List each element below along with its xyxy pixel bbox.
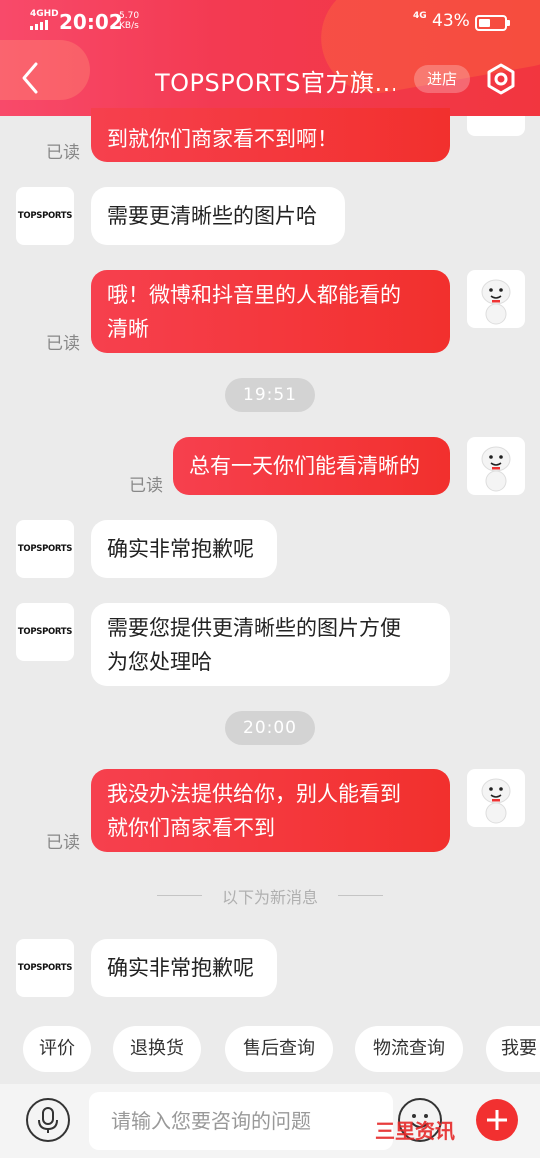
- shop-logo: TOPSPORTS: [17, 963, 73, 973]
- message-text-line: 哦！微博和抖音里的人都能看的: [107, 283, 401, 307]
- user-avatar[interactable]: [467, 437, 525, 495]
- quick-action-more[interactable]: 我要: [486, 1026, 540, 1072]
- message-bubble-shop[interactable]: 需要您提供更清晰些的图片方便 为您处理哈: [91, 603, 450, 686]
- microphone-icon: [38, 1107, 58, 1133]
- shop-logo: TOPSPORTS: [17, 627, 73, 637]
- mascot-avatar-icon: [481, 279, 511, 325]
- user-avatar[interactable]: [467, 270, 525, 328]
- message-bubble-mine[interactable]: 总有一天你们能看清晰的: [173, 437, 450, 495]
- shop-avatar[interactable]: TOPSPORTS: [16, 520, 74, 578]
- net-type: 4G: [413, 11, 427, 21]
- battery-percent: 43%: [432, 11, 470, 31]
- read-receipt: 已读: [46, 334, 80, 354]
- quick-action-review[interactable]: 评价: [23, 1026, 91, 1072]
- battery-icon: [475, 15, 510, 31]
- message-text: 需要更清晰些的图片哈: [107, 204, 317, 228]
- shop-avatar[interactable]: TOPSPORTS: [16, 187, 74, 245]
- message-text: 到就你们商家看不到啊！: [107, 127, 338, 151]
- status-bar: 4GHD 20:02 5.70 KB/s 4G 43%: [0, 8, 540, 36]
- chevron-left-icon: [22, 62, 38, 94]
- speed-unit: KB/s: [119, 21, 139, 31]
- quick-action-logistics-query[interactable]: 物流查询: [355, 1026, 463, 1072]
- hexagon-settings-icon: [487, 63, 515, 95]
- message-text-line: 需要您提供更清晰些的图片方便: [107, 616, 401, 640]
- back-button[interactable]: [16, 60, 48, 96]
- mascot-avatar-icon: [481, 446, 511, 492]
- shop-avatar[interactable]: TOPSPORTS: [16, 939, 74, 997]
- message-input[interactable]: 请输入您要咨询的问题: [89, 1092, 393, 1150]
- message-text: 确实非常抱歉呢: [107, 956, 254, 980]
- watermark: 三里资讯: [375, 1119, 455, 1143]
- shop-logo: TOPSPORTS: [17, 544, 73, 554]
- message-bubble-mine[interactable]: 我没办法提供给你，别人能看到 就你们商家看不到: [91, 769, 450, 852]
- timestamp: 20:00: [225, 711, 315, 745]
- message-bubble-mine[interactable]: 到就你们商家看不到啊！: [91, 108, 450, 162]
- message-text-line: 我没办法提供给你，别人能看到: [107, 782, 401, 806]
- quick-action-aftersale-query[interactable]: 售后查询: [225, 1026, 333, 1072]
- voice-button[interactable]: [26, 1098, 70, 1142]
- settings-button[interactable]: [484, 62, 518, 96]
- user-avatar[interactable]: [467, 116, 525, 136]
- message-text: 总有一天你们能看清晰的: [189, 454, 420, 478]
- signal-icon: [30, 20, 48, 30]
- new-messages-divider: 以下为新消息: [155, 884, 385, 907]
- network-label: 4GHD: [30, 9, 59, 19]
- message-text-line: 清晰: [107, 317, 149, 341]
- read-receipt: 已读: [46, 833, 80, 853]
- message-text: 确实非常抱歉呢: [107, 537, 254, 561]
- enter-shop-button[interactable]: 进店: [414, 65, 470, 93]
- network-speed: 5.70 KB/s: [119, 11, 139, 31]
- message-bubble-shop[interactable]: 确实非常抱歉呢: [91, 520, 277, 578]
- chat-header: 4GHD 20:02 5.70 KB/s 4G 43% TOPSPORTS官方旗…: [0, 0, 540, 116]
- message-bubble-shop[interactable]: 需要更清晰些的图片哈: [91, 187, 345, 245]
- speed-value: 5.70: [119, 11, 140, 21]
- shop-logo: TOPSPORTS: [17, 211, 73, 221]
- quick-action-return-exchange[interactable]: 退换货: [113, 1026, 201, 1072]
- read-receipt: 已读: [129, 476, 163, 496]
- mascot-avatar-icon: [481, 778, 511, 824]
- timestamp: 19:51: [225, 378, 315, 412]
- message-text-line: 为您处理哈: [107, 650, 212, 674]
- page-title: TOPSPORTS官方旗...: [155, 69, 395, 97]
- user-avatar[interactable]: [467, 769, 525, 827]
- shop-avatar[interactable]: TOPSPORTS: [16, 603, 74, 661]
- message-text-line: 就你们商家看不到: [107, 816, 275, 840]
- read-receipt: 已读: [46, 143, 80, 163]
- message-bubble-mine[interactable]: 哦！微博和抖音里的人都能看的 清晰: [91, 270, 450, 353]
- message-bubble-shop[interactable]: 确实非常抱歉呢: [91, 939, 277, 997]
- clock: 20:02: [59, 10, 123, 34]
